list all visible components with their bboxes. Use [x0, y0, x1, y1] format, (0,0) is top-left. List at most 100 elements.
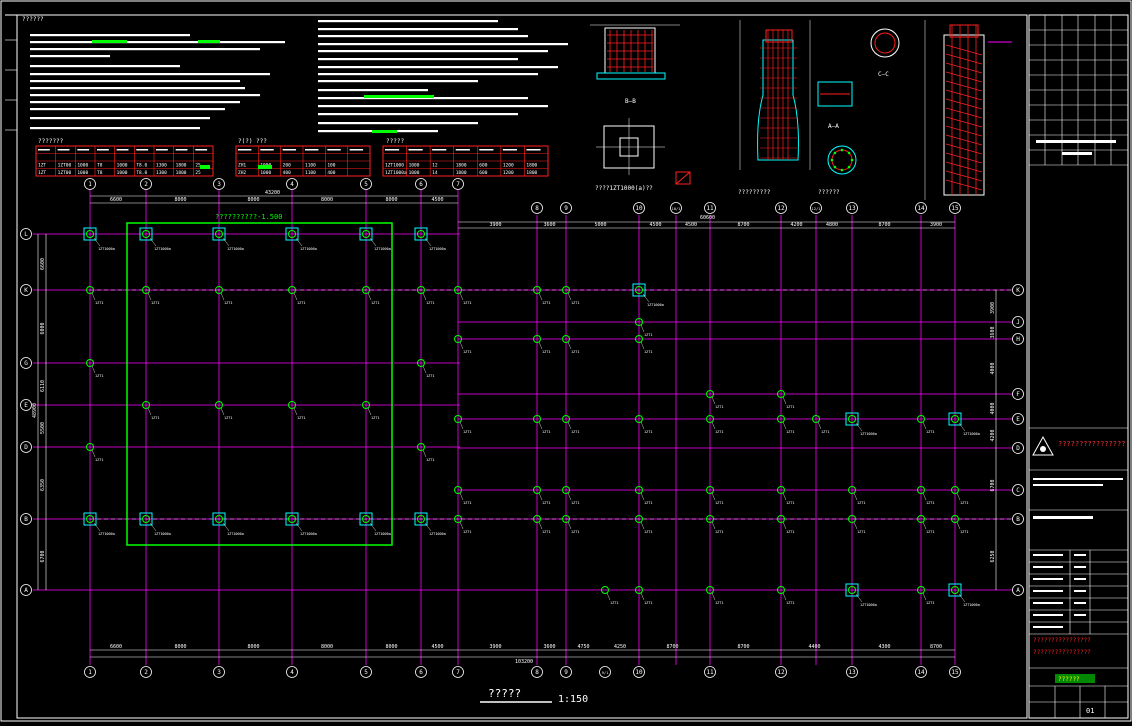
pile-tag: 1ZT1000a — [98, 247, 115, 251]
rebar-dot — [833, 165, 837, 169]
pile-tag: 1ZT1000a — [963, 603, 980, 607]
note-line — [318, 35, 528, 38]
table-header-cell — [57, 149, 70, 151]
pile-tag: 1ZT1 — [715, 501, 723, 505]
pile-leader — [782, 521, 787, 530]
pile-tag: 1ZT1 — [95, 301, 103, 305]
pile-leader — [855, 593, 863, 603]
pile-leader — [422, 365, 427, 374]
pile-tag: 1ZT1 — [95, 374, 103, 378]
foundation-plan-drawing[interactable]: ???????????????? ???????????????? ??????… — [0, 0, 1132, 722]
table-cell: 1ZT00 — [58, 162, 72, 168]
table-cell: 1800 — [176, 170, 187, 176]
note-line — [318, 105, 548, 108]
axis-bubble-label: 10 — [635, 205, 643, 212]
pile-leader — [367, 292, 372, 301]
table-cell: 1200 — [503, 170, 514, 176]
pile-tag: 1ZT1 — [644, 333, 652, 337]
pile-leader — [640, 421, 645, 430]
dim-text: 4500 — [650, 222, 662, 228]
table-cell: T8.0 — [136, 162, 147, 168]
title-block-text-bars — [1033, 140, 1123, 628]
pile-tag: 1ZT1000a — [227, 247, 244, 251]
axis-bubble-label: H — [1016, 336, 1020, 343]
dim-text: 6600 — [110, 644, 122, 650]
pile-tag: 1ZT1 — [960, 530, 968, 534]
title-block: ???????????????? ???????????????? ??????… — [1028, 14, 1129, 719]
pile-tag: 1ZT1 — [463, 530, 471, 534]
rebar-dot — [850, 158, 854, 162]
pile-tag: 1ZT1 — [715, 601, 723, 605]
pile-leader — [711, 396, 716, 405]
column-right-spiral — [945, 152, 983, 164]
pile-leader — [853, 492, 858, 501]
pile-leader — [293, 407, 298, 416]
column-right-spiral — [945, 62, 983, 74]
table-cell: 1000 — [117, 170, 128, 176]
pile-tag: 1ZT1 — [426, 458, 434, 462]
table-cell: 1000 — [77, 162, 88, 168]
table-header-cell — [238, 149, 252, 151]
dim-text: 8700 — [738, 644, 750, 650]
axis-bubble-label: 10/1 — [672, 207, 681, 211]
pile-tag: 1ZT1000a — [374, 247, 391, 251]
cad-drawing-viewport[interactable]: ???????????????? ???????????????? ??????… — [0, 0, 1132, 722]
pile-leader — [711, 421, 716, 430]
pile-leader — [640, 341, 645, 350]
pile-tag: 1ZT1 — [542, 430, 550, 434]
pile-leader — [782, 421, 787, 430]
table-cell: ZH2 — [238, 170, 246, 176]
pile-tag: 1ZT1 — [857, 530, 865, 534]
pile-tag: 1ZT1 — [644, 430, 652, 434]
table-cell: 1800 — [456, 170, 467, 176]
table-header-cell — [38, 149, 50, 151]
table-cell: 1ZT — [38, 170, 46, 176]
pile-leader — [459, 521, 464, 530]
table-highlight — [200, 165, 210, 169]
pile-tag: 1ZT1000a — [98, 532, 115, 536]
pile-leader — [711, 592, 716, 601]
table-header-cell — [260, 149, 274, 151]
dim-text: 4500 — [432, 644, 444, 650]
pile-tag: 1ZT1 — [463, 501, 471, 505]
note-line — [318, 113, 518, 116]
pile-leader — [782, 492, 787, 501]
pile-tag: 1ZT1 — [821, 430, 829, 434]
pile-tag: 1ZT1 — [224, 416, 232, 420]
table-cell: 1ZT — [38, 162, 46, 168]
pile-leader — [782, 396, 787, 405]
column-right-spiral — [945, 44, 983, 56]
table-header-cell — [175, 149, 188, 151]
column-right-spiral — [945, 107, 983, 119]
pile-leader — [642, 293, 650, 303]
dim-text: 6350 — [40, 479, 46, 491]
pile-leader — [782, 592, 787, 601]
table-header-cell — [432, 149, 447, 151]
pile-leader — [922, 592, 927, 601]
pile-tag: 1ZT1 — [926, 530, 934, 534]
axis-bubble-label: C — [1016, 487, 1020, 494]
table-cell: 1800 — [526, 170, 537, 176]
pile-tables: ??????? ?(?) ??? ????? 1ZT 1ZT00 1000 T8 100… — [35, 138, 549, 177]
table-cell: 1ZT1000 — [385, 162, 404, 168]
pile-tag: 1ZT1 — [542, 530, 550, 534]
table-header-cell — [116, 149, 129, 151]
pile-tag: 1ZT1 — [571, 301, 579, 305]
axis-bubble-label: 1 — [88, 181, 92, 188]
note-line — [30, 48, 260, 51]
drawing-name: ?????? — [1058, 676, 1080, 683]
table-cell: 600 — [479, 170, 487, 176]
dim-text: 8000 — [386, 197, 398, 203]
pile-tag: 1ZT1 — [926, 430, 934, 434]
raft-label: ??????????-1.500 — [215, 213, 282, 221]
axis-bubble-label: F — [1016, 391, 1020, 398]
pile-leader — [956, 521, 961, 530]
rebar-dot — [847, 151, 851, 155]
column-right-spiral — [945, 170, 983, 182]
notes-heading: ?????? — [22, 16, 44, 23]
table-cell: 1ZT00 — [58, 170, 72, 176]
dim-text: 6700 — [990, 479, 996, 491]
note-line — [318, 89, 428, 92]
axis-bubble-label: E — [1016, 416, 1020, 423]
column-right-spiral — [945, 80, 983, 92]
